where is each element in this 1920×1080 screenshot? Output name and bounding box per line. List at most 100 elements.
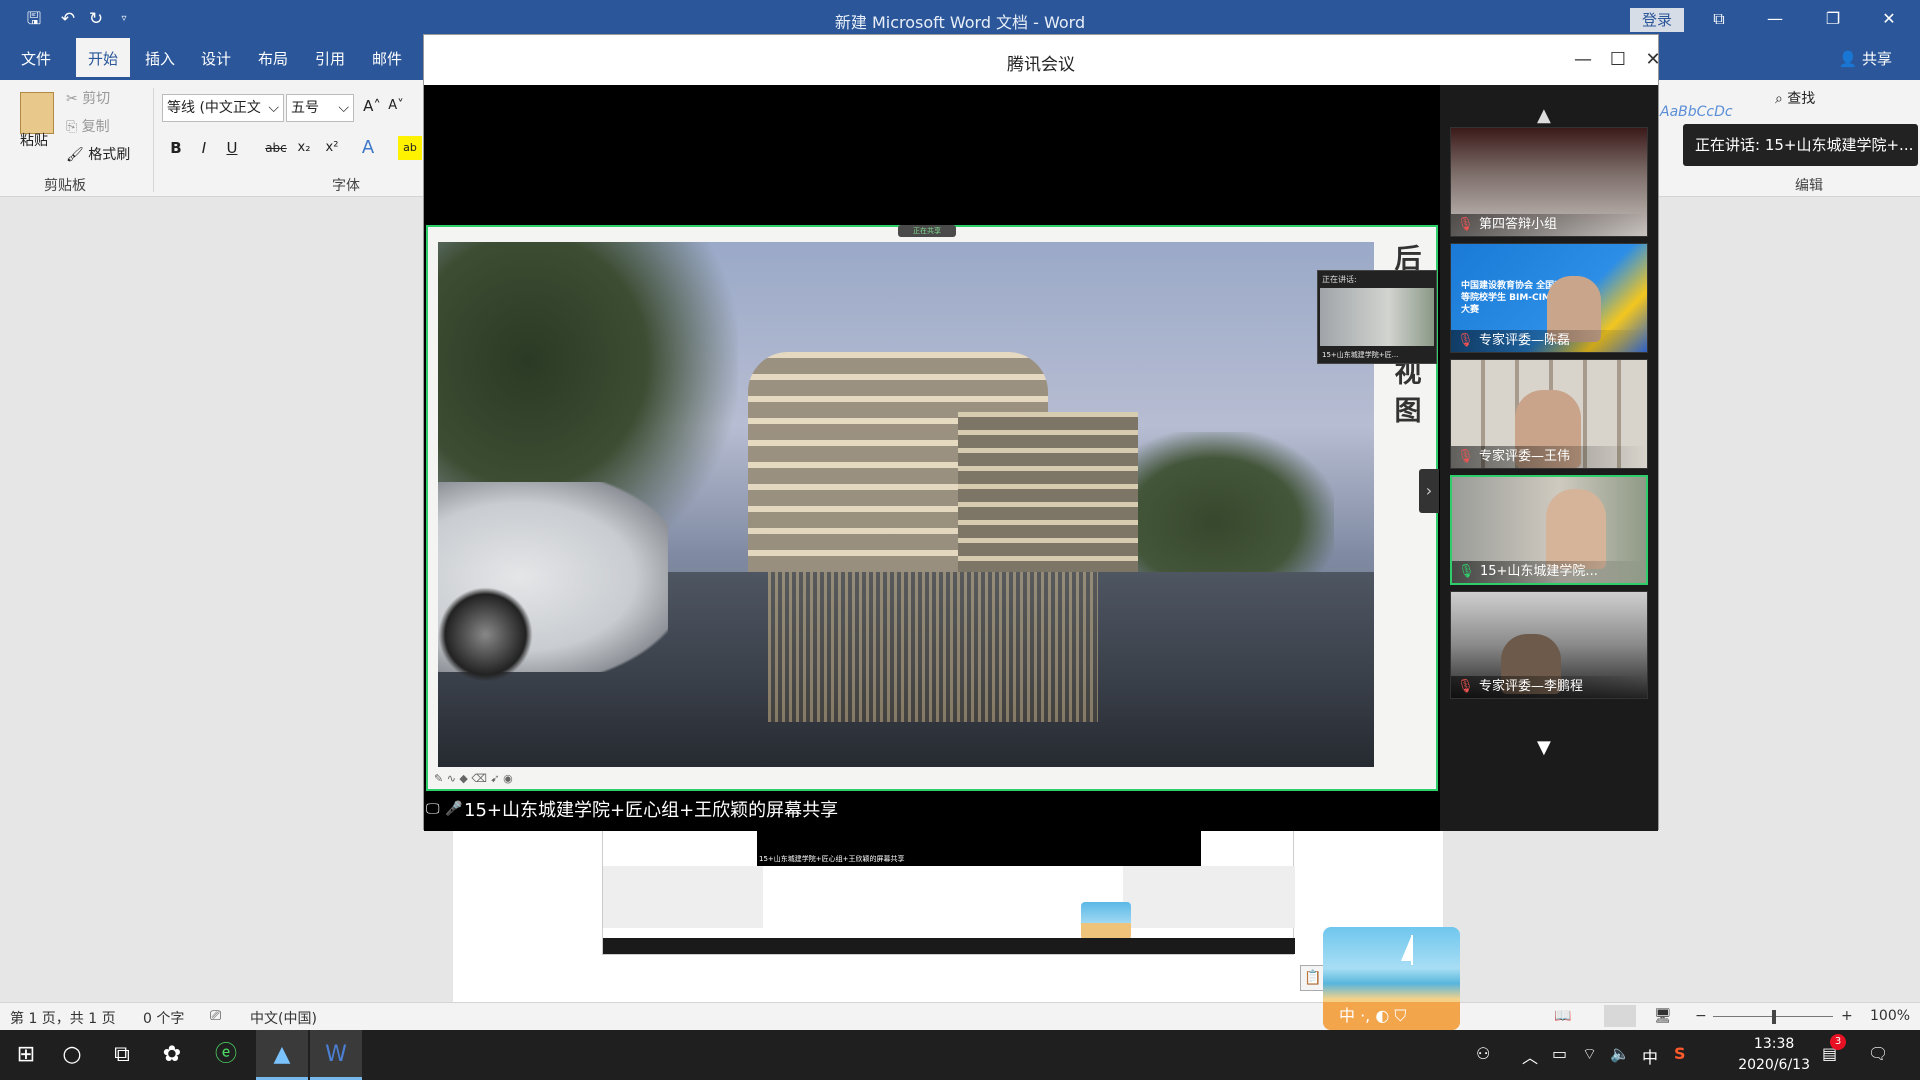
read-mode-icon[interactable]: 📖 xyxy=(1554,1008,1571,1024)
nested-gray-area xyxy=(603,866,763,928)
clock[interactable]: 13:38 2020/6/13 xyxy=(1738,1034,1810,1076)
screen-share-icon: 🖵 xyxy=(426,801,440,817)
ime-toolbar[interactable]: 中 ·, ◐ ⛉ xyxy=(1323,1002,1460,1030)
people-icon[interactable]: ⚇ xyxy=(1476,1044,1490,1063)
input-method-skin-widget[interactable]: 中 ·, ◐ ⛉ xyxy=(1323,927,1460,1030)
subscript-button[interactable]: x₂ xyxy=(292,136,316,160)
mic-muted-icon: 🎙 xyxy=(1457,333,1474,348)
meeting-maximize-button[interactable]: ☐ xyxy=(1601,43,1635,77)
clipboard-group-label: 剪贴板 xyxy=(44,178,86,194)
microphone-icon: 🎤 xyxy=(445,801,463,817)
person-icon: 👤 xyxy=(1838,50,1858,68)
speaker-mini-video[interactable]: 正在讲话: 15+山东城建学院+匠... xyxy=(1317,270,1437,364)
app-icon[interactable]: ✿ xyxy=(146,1030,198,1080)
meeting-title: 腾讯会议 xyxy=(1007,55,1075,75)
close-button[interactable]: ✕ xyxy=(1866,0,1912,38)
browser-icon[interactable]: ⓔ xyxy=(200,1030,252,1080)
participant-tile[interactable]: 🎙 第四答辩小组 xyxy=(1450,127,1648,237)
paste-button[interactable]: 粘贴 xyxy=(20,130,48,150)
tab-home[interactable]: 开始 xyxy=(76,38,130,80)
show-hidden-icons[interactable]: ︿ xyxy=(1522,1044,1538,1068)
chevron-down-icon: ⌵ xyxy=(268,100,279,116)
language-indicator[interactable]: 中文(中国) xyxy=(250,1008,317,1028)
font-size-combo[interactable]: 五号 ⌵ xyxy=(286,94,354,122)
text-effects-icon[interactable]: A xyxy=(356,136,380,160)
volume-icon[interactable]: 🔈 xyxy=(1610,1044,1630,1063)
annotation-toolbar[interactable]: ✎ ∿ ◆ ⌫ ➹ ◉ xyxy=(434,772,513,785)
participant-name: 🎙 第四答辩小组 xyxy=(1451,214,1647,236)
architecture-rendering-image xyxy=(438,242,1374,767)
proofing-icon[interactable]: ⎚ xyxy=(210,1008,221,1024)
shared-slide: 正在共享 后 入 口 视 图 ✎ ∿ ◆ ⌫ ➹ ◉ xyxy=(426,225,1438,791)
paste-icon[interactable] xyxy=(20,92,54,134)
tencent-meeting-taskbar-icon[interactable]: ▲ xyxy=(256,1030,308,1080)
participant-tile[interactable]: 🎙 专家评委—李鹏程 xyxy=(1450,591,1648,699)
print-layout-icon[interactable] xyxy=(1604,1005,1636,1027)
login-button[interactable]: 登录 xyxy=(1630,8,1684,32)
shrink-font-icon[interactable]: A˅ xyxy=(384,94,408,118)
strikethrough-button[interactable]: abc xyxy=(264,136,288,160)
speaker-video xyxy=(1320,288,1434,346)
word-taskbar-icon[interactable]: W xyxy=(310,1030,362,1080)
ime-indicator[interactable]: 中 xyxy=(1642,1044,1658,1068)
mic-muted-icon: 🎙 xyxy=(1457,449,1474,464)
nested-beach-widget xyxy=(1081,902,1131,940)
participant-tile[interactable]: 🎙 专家评委—王伟 xyxy=(1450,359,1648,469)
zoom-in-icon[interactable]: + xyxy=(1841,1008,1853,1024)
task-view-icon[interactable]: ⧉ xyxy=(96,1030,148,1080)
battery-icon[interactable]: ▭ xyxy=(1552,1044,1567,1063)
format-painter-button[interactable]: 🖌 格式刷 xyxy=(66,144,130,164)
styles-gallery[interactable]: AaBbCcDc xyxy=(1660,104,1733,120)
tab-design[interactable]: 设计 xyxy=(190,38,242,80)
participant-name: 🎙 专家评委—陈磊 xyxy=(1451,330,1647,352)
meeting-close-button[interactable]: ✕ xyxy=(1636,43,1670,77)
zoom-slider-thumb[interactable] xyxy=(1772,1010,1776,1024)
maximize-button[interactable]: ❐ xyxy=(1810,0,1856,38)
pasted-screenshot-image: 15+山东城建学院+匠心组+王欣颖的屏幕共享 xyxy=(602,829,1295,955)
word-statusbar: 第 1 页，共 1 页 0 个字 ⎚ 中文(中国) 📖 🖥 − + 100% xyxy=(0,1002,1920,1030)
web-layout-icon[interactable]: 🖥 xyxy=(1654,1008,1672,1024)
tab-layout[interactable]: 布局 xyxy=(247,38,299,80)
copy-button[interactable]: ⎘ 复制 xyxy=(66,116,110,136)
zoom-level[interactable]: 100% xyxy=(1870,1008,1910,1024)
ribbon-display-options-icon[interactable]: ⧉ xyxy=(1696,0,1742,38)
font-name-combo[interactable]: 等线 (中文正文 ⌵ xyxy=(162,94,284,122)
scroll-down-icon[interactable]: ▼ xyxy=(1537,737,1551,758)
nested-share-caption: 15+山东城建学院+匠心组+王欣颖的屏幕共享 xyxy=(757,830,1201,866)
zoom-out-icon[interactable]: − xyxy=(1695,1008,1707,1024)
minimize-button[interactable]: — xyxy=(1752,0,1798,38)
screen-share-area: 正在共享 后 入 口 视 图 ✎ ∿ ◆ ⌫ ➹ ◉ 正在讲话: 15+山东城建… xyxy=(424,85,1440,831)
share-button[interactable]: 👤 共享 xyxy=(1839,48,1892,69)
bold-button[interactable]: B xyxy=(164,136,188,160)
scroll-up-icon[interactable]: ▲ xyxy=(1537,105,1551,126)
wifi-icon[interactable]: ⌔ xyxy=(1582,1044,1597,1064)
start-button[interactable]: ⊞ xyxy=(0,1030,52,1080)
action-center-icon[interactable]: 🗨 xyxy=(1868,1044,1888,1063)
underline-button[interactable]: U xyxy=(220,136,244,160)
participant-name-text: 专家评委—王伟 xyxy=(1479,449,1571,464)
sogou-ime-icon[interactable]: S xyxy=(1674,1044,1686,1063)
tab-insert[interactable]: 插入 xyxy=(134,38,186,80)
tab-mailings[interactable]: 邮件 xyxy=(361,38,413,80)
grow-font-icon[interactable]: A˄ xyxy=(360,94,384,118)
tab-references[interactable]: 引用 xyxy=(304,38,356,80)
italic-button[interactable]: I xyxy=(192,136,216,160)
share-caption-text: 15+山东城建学院+匠心组+王欣颖的屏幕共享 xyxy=(464,800,839,821)
highlight-icon[interactable]: ab xyxy=(398,136,422,160)
cut-button[interactable]: ✂ 剪切 xyxy=(66,88,110,108)
expand-panel-button[interactable]: › xyxy=(1419,469,1439,513)
word-count[interactable]: 0 个字 xyxy=(143,1008,184,1028)
chevron-down-icon: ⌵ xyxy=(338,100,349,116)
superscript-button[interactable]: x² xyxy=(320,136,344,160)
tab-file[interactable]: 文件 xyxy=(10,38,62,80)
find-button[interactable]: ⌕ 查找 xyxy=(1775,88,1815,108)
participant-tile[interactable]: 中国建设教育协会 全国高等院校学生 BIM-CIM创新大赛 🎙 专家评委—陈磊 xyxy=(1450,243,1648,353)
meeting-window: 腾讯会议 — ☐ ✕ 正在共享 后 入 口 视 图 ✎ ∿ ◆ ⌫ ➹ ◉ 正在… xyxy=(423,34,1661,831)
page-count[interactable]: 第 1 页，共 1 页 xyxy=(10,1008,116,1028)
search-icon[interactable]: ○ xyxy=(46,1030,98,1080)
participant-tile-speaking[interactable]: 🎙 15+山东城建学院... xyxy=(1450,475,1648,585)
font-group-label: 字体 xyxy=(332,178,360,194)
participant-name-text: 第四答辩小组 xyxy=(1479,217,1558,232)
sharing-indicator[interactable]: 正在共享 xyxy=(898,225,956,237)
meeting-minimize-button[interactable]: — xyxy=(1566,43,1600,77)
